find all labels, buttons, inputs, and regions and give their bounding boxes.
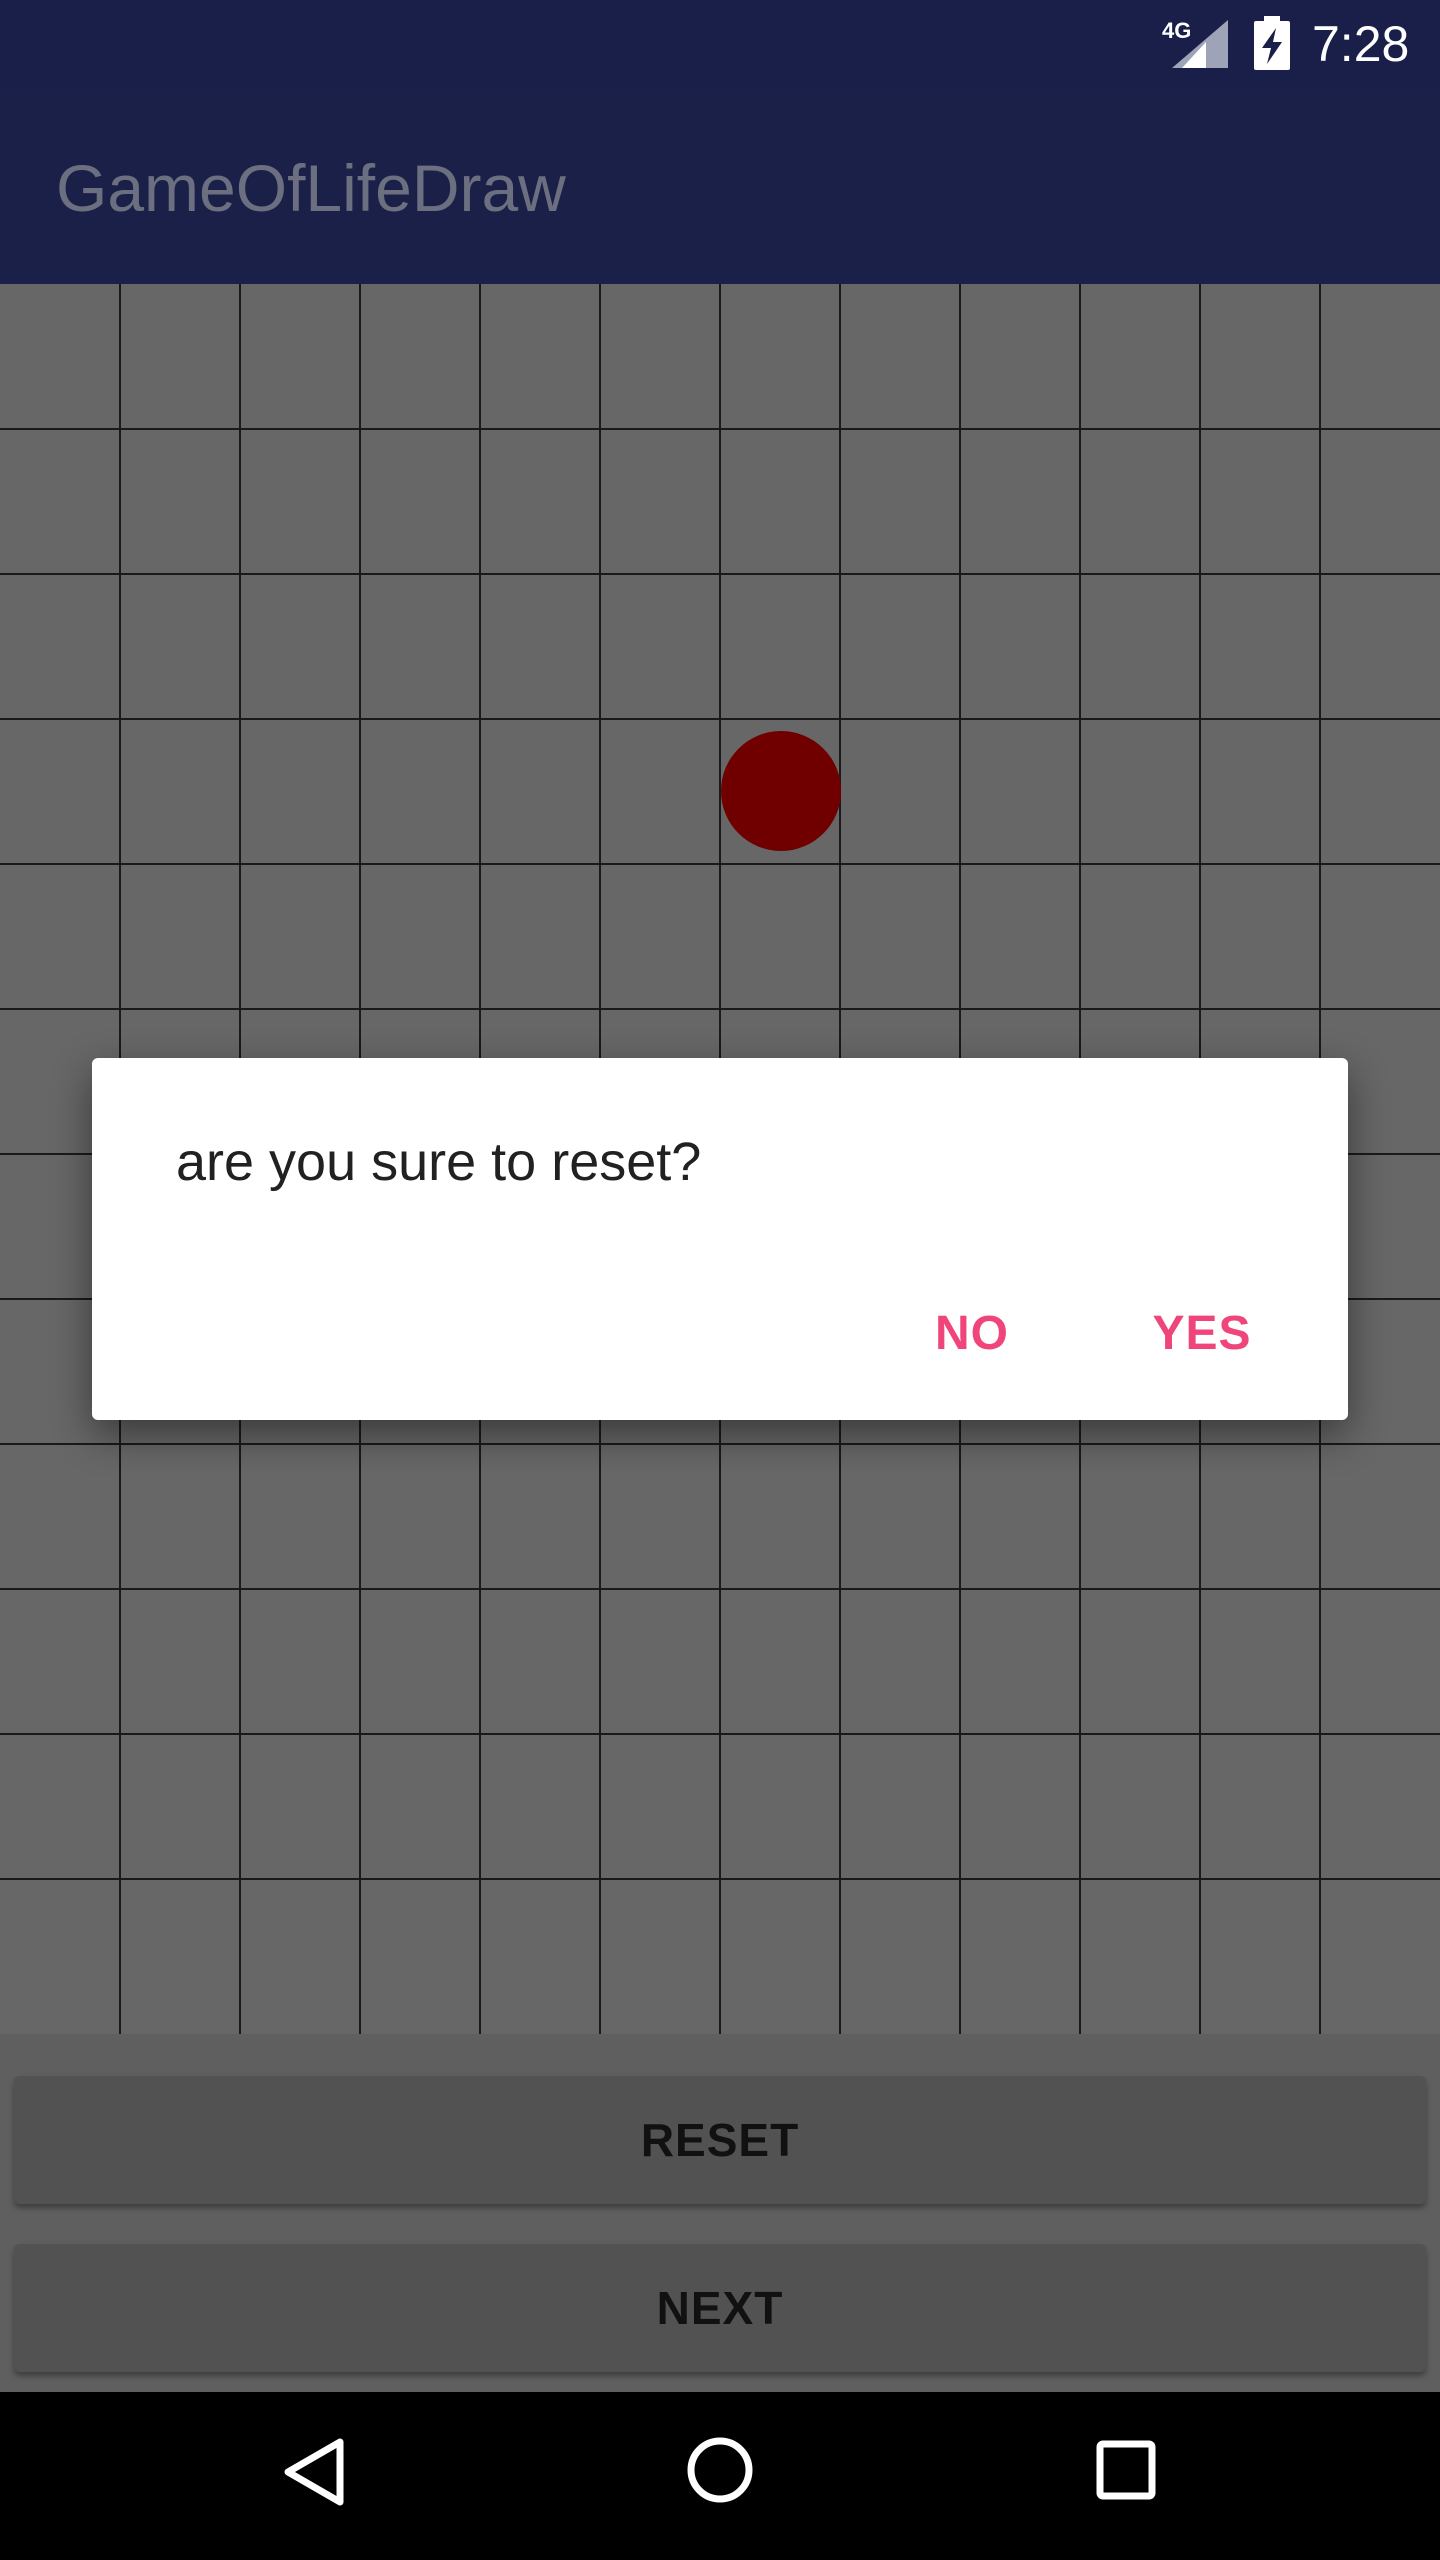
battery-charging-icon — [1254, 16, 1290, 70]
next-button[interactable]: NEXT — [14, 2244, 1426, 2372]
clock: 7:28 — [1312, 16, 1410, 72]
live-cell[interactable] — [721, 731, 841, 851]
back-triangle-icon[interactable] — [282, 2436, 346, 2508]
recents-square-icon[interactable] — [1096, 2440, 1156, 2500]
cell-signal-icon — [1172, 20, 1228, 68]
app-bar: GameOfLifeDraw — [0, 88, 1440, 284]
status-bar: 4G 7:28 — [0, 0, 1440, 88]
screen: 4G 7:28 GameOfLifeDraw RESET NEXT are yo… — [0, 0, 1440, 2560]
reset-button[interactable]: RESET — [14, 2076, 1426, 2204]
control-panel: RESET NEXT — [0, 2034, 1440, 2392]
yes-button[interactable]: YES — [1132, 1288, 1272, 1378]
home-circle-icon[interactable] — [686, 2436, 754, 2504]
reset-confirm-dialog: are you sure to reset? NO YES — [92, 1058, 1348, 1420]
app-title: GameOfLifeDraw — [56, 151, 566, 225]
navigation-bar — [0, 2392, 1440, 2560]
no-button[interactable]: NO — [912, 1288, 1032, 1378]
dialog-message: are you sure to reset? — [176, 1132, 702, 1192]
